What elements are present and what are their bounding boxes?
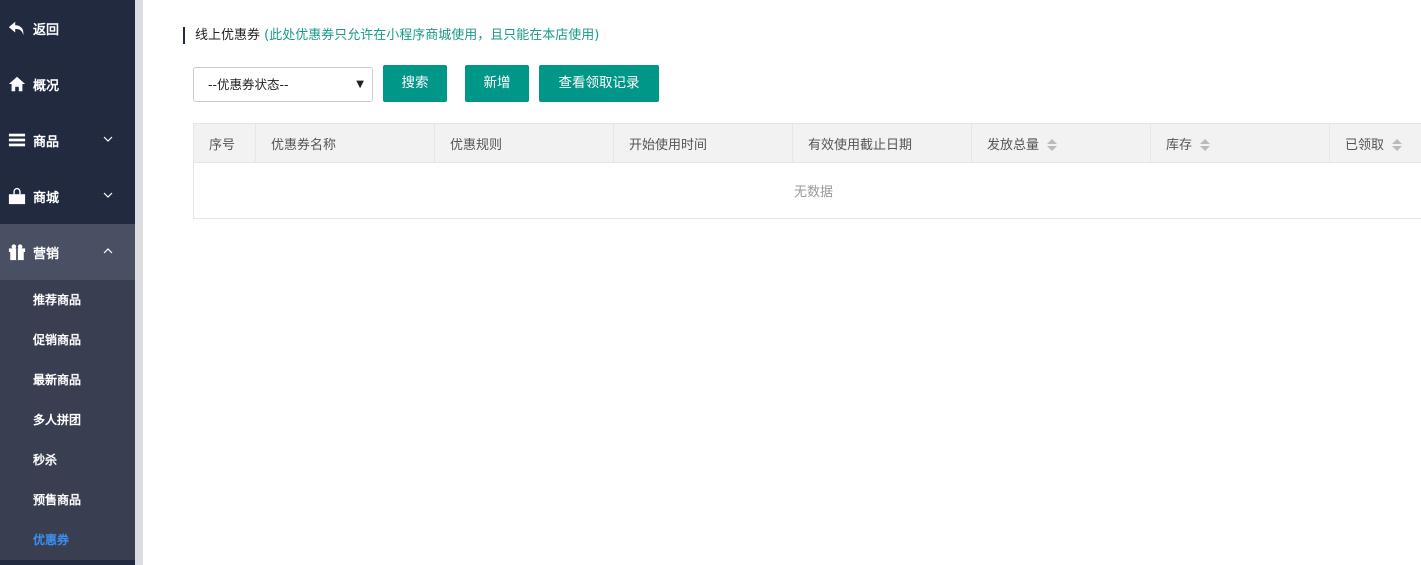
gift-icon <box>8 244 26 261</box>
coupon-table: 序号 优惠券名称 优惠规则 开始使用时间 有效使用截止日期 发放总量 库存 已领… <box>193 123 1421 219</box>
view-records-button[interactable]: 查看领取记录 <box>539 65 659 102</box>
sidebar-divider <box>135 0 143 565</box>
nav-goods[interactable]: 商品 <box>0 112 135 168</box>
chevron-down-icon <box>103 136 113 142</box>
nav-overview[interactable]: 概况 <box>0 56 135 112</box>
nav-mall-label: 商城 <box>33 190 60 206</box>
submenu-item-recommended[interactable]: 推荐商品 <box>0 280 135 320</box>
coupon-status-select[interactable]: --优惠券状态-- ▼ <box>193 67 373 102</box>
submenu-item-promotion[interactable]: 促销商品 <box>0 320 135 360</box>
chevron-down-icon <box>103 192 113 198</box>
submenu-item-group-buy[interactable]: 多人拼团 <box>0 400 135 440</box>
add-button[interactable]: 新增 <box>465 65 529 102</box>
col-claimed[interactable]: 已领取 <box>1329 123 1421 163</box>
page-title: 线上优惠券 (此处优惠券只允许在小程序商城使用，且只能在本店使用) <box>183 27 599 44</box>
page-title-text: 线上优惠券 <box>195 28 261 43</box>
nav-marketing[interactable]: 营销 <box>0 224 135 280</box>
home-icon <box>8 76 26 92</box>
col-end-date: 有效使用截止日期 <box>792 123 972 163</box>
nav-mall[interactable]: 商城 <box>0 168 135 224</box>
submenu-item-flash-sale[interactable]: 秒杀 <box>0 440 135 480</box>
submenu-item-presale[interactable]: 预售商品 <box>0 480 135 520</box>
shopping-bag-icon <box>8 187 26 205</box>
marketing-submenu: 推荐商品 促销商品 最新商品 多人拼团 秒杀 预售商品 优惠券 <box>0 280 135 560</box>
submenu-item-coupon[interactable]: 优惠券 <box>0 520 135 560</box>
dropdown-arrow-icon: ▼ <box>356 79 364 90</box>
nav-marketing-label: 营销 <box>33 246 60 262</box>
page-note: (此处优惠券只允许在小程序商城使用，且只能在本店使用) <box>264 28 600 43</box>
col-rule: 优惠规则 <box>434 123 614 163</box>
submenu-item-new[interactable]: 最新商品 <box>0 360 135 400</box>
col-total[interactable]: 发放总量 <box>971 123 1151 163</box>
menu-icon <box>8 133 26 147</box>
nav-overview-label: 概况 <box>33 78 60 94</box>
chevron-up-icon <box>103 248 113 254</box>
sort-icon[interactable] <box>1200 139 1211 151</box>
nav-back-label: 返回 <box>33 22 60 38</box>
main-content: 线上优惠券 (此处优惠券只允许在小程序商城使用，且只能在本店使用) --优惠券状… <box>143 0 1421 565</box>
sidebar: 返回 概况 商品 商城 营销 推荐商品 促销商品 最新商品 多人拼团 秒杀 预售… <box>0 0 135 565</box>
search-button[interactable]: 搜索 <box>383 65 447 102</box>
nav-goods-label: 商品 <box>33 134 60 150</box>
col-name: 优惠券名称 <box>255 123 435 163</box>
sort-icon[interactable] <box>1392 139 1403 151</box>
nav-back[interactable]: 返回 <box>0 0 135 56</box>
back-arrow-icon <box>8 21 24 36</box>
empty-message: 无数据 <box>193 162 1421 219</box>
select-value: --优惠券状态-- <box>208 77 289 92</box>
table-empty-row: 无数据 <box>193 162 1421 219</box>
col-index: 序号 <box>193 123 256 163</box>
col-stock[interactable]: 库存 <box>1150 123 1330 163</box>
table-header-row: 序号 优惠券名称 优惠规则 开始使用时间 有效使用截止日期 发放总量 库存 已领… <box>193 123 1421 163</box>
col-start-time: 开始使用时间 <box>613 123 793 163</box>
sort-icon[interactable] <box>1047 139 1058 151</box>
